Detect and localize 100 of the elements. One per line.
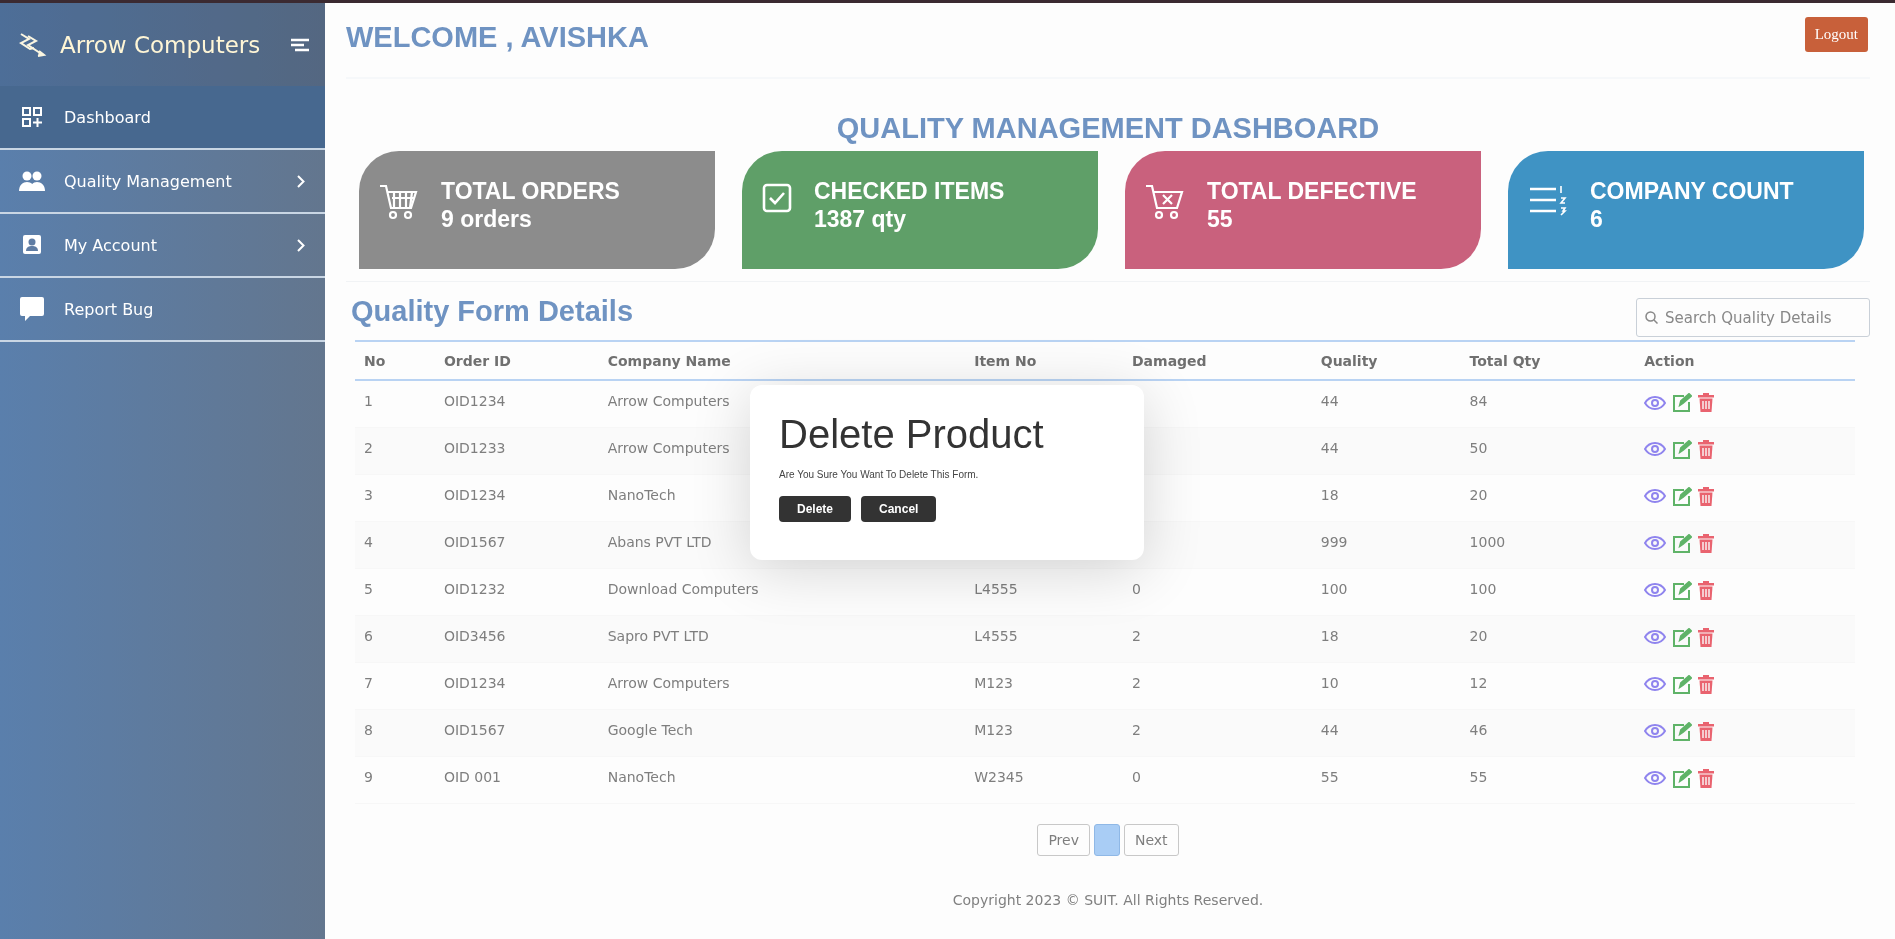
table-cell: Google Tech xyxy=(607,721,693,738)
table-cell: OID1234 xyxy=(443,393,506,409)
column-header: Company Name xyxy=(598,341,966,380)
column-header: Total Qty xyxy=(1460,341,1636,380)
logout-button[interactable]: Logout xyxy=(1804,16,1868,52)
table-cell: 2 xyxy=(1132,721,1141,738)
column-header: Action xyxy=(1635,341,1855,380)
table-cell: 46 xyxy=(1469,721,1488,738)
table-cell: 18 xyxy=(1320,486,1339,503)
chevron-right-icon xyxy=(297,174,305,188)
table-cell: 999 xyxy=(1320,533,1348,550)
table-cell: Arrow Computers xyxy=(607,674,730,691)
table-cell: 7 xyxy=(364,674,373,691)
edit-icon[interactable] xyxy=(1672,580,1693,600)
trash-icon[interactable] xyxy=(1698,533,1715,553)
table-cell: 2 xyxy=(1132,674,1141,691)
dialog-title: Delete Product xyxy=(779,411,1045,457)
trash-icon[interactable] xyxy=(1698,580,1715,600)
view-icon[interactable] xyxy=(1644,536,1667,550)
table-cell: NanoTech xyxy=(607,486,676,503)
trash-icon[interactable] xyxy=(1698,674,1715,694)
view-icon[interactable] xyxy=(1644,583,1667,597)
grid-icon xyxy=(21,106,43,128)
trash-icon[interactable] xyxy=(1698,627,1715,647)
card-title: COMPANY COUNT xyxy=(1590,177,1794,205)
column-header: Item No xyxy=(965,341,1123,380)
table-cell: L4555 xyxy=(974,580,1018,597)
search-icon xyxy=(1645,311,1658,324)
table-cell: Abans PVT LTD xyxy=(607,533,712,550)
table-cell: 20 xyxy=(1469,627,1488,644)
page-button[interactable] xyxy=(1093,823,1120,856)
table-cell: 4 xyxy=(364,533,373,550)
table-cell: 18 xyxy=(1320,627,1339,644)
sidebar-item[interactable]: Report Bug xyxy=(0,278,325,342)
table-cell: Download Computers xyxy=(607,580,759,597)
table-cell: L4555 xyxy=(974,627,1018,644)
sidebar-item[interactable]: Quality Management xyxy=(0,150,325,214)
trash-icon[interactable] xyxy=(1698,393,1715,412)
view-icon[interactable] xyxy=(1644,395,1667,410)
menu-icon[interactable] xyxy=(291,37,309,52)
column-header: Order ID xyxy=(434,341,599,380)
table-cell: 5 xyxy=(364,580,373,597)
view-icon[interactable] xyxy=(1644,442,1667,456)
view-icon[interactable] xyxy=(1644,677,1667,691)
edit-icon[interactable] xyxy=(1672,533,1693,553)
table-cell: 2 xyxy=(364,439,373,456)
table-cell: Arrow Computers xyxy=(607,439,730,456)
account-icon xyxy=(22,234,42,256)
table-cell: 44 xyxy=(1320,393,1339,409)
next-button[interactable]: Next xyxy=(1123,823,1179,856)
card-value: 6 xyxy=(1590,205,1604,233)
sidebar-item[interactable]: Dashboard xyxy=(0,86,325,150)
search-field[interactable]: Search Quality Details xyxy=(1636,298,1870,337)
trash-icon[interactable] xyxy=(1698,768,1715,788)
card-value: 1387 qty xyxy=(814,205,908,233)
table-cell: OID3456 xyxy=(443,627,506,644)
cart-remove-icon xyxy=(1145,183,1185,221)
table-cell: Sapro PVT LTD xyxy=(607,627,709,644)
users-icon xyxy=(19,171,45,191)
table-cell: OID1234 xyxy=(443,486,506,503)
column-header: Damaged xyxy=(1123,341,1312,380)
column-header: No xyxy=(355,341,435,380)
cart-icon xyxy=(379,183,419,221)
edit-icon[interactable] xyxy=(1672,439,1693,459)
numbered-list-icon xyxy=(1528,183,1568,217)
edit-icon[interactable] xyxy=(1672,627,1693,647)
card-value: 9 orders xyxy=(441,205,533,233)
card-title: TOTAL ORDERS xyxy=(441,177,620,205)
edit-icon[interactable] xyxy=(1672,768,1693,788)
cancel-button[interactable]: Cancel xyxy=(861,496,937,522)
table-cell: 0 xyxy=(1132,580,1141,597)
table-cell: 55 xyxy=(1469,768,1488,785)
table-cell: OID1567 xyxy=(443,533,506,550)
table-cell: 9 xyxy=(364,768,373,785)
chat-icon xyxy=(19,296,45,322)
edit-icon[interactable] xyxy=(1672,674,1693,694)
table-cell: 100 xyxy=(1469,580,1497,597)
view-icon[interactable] xyxy=(1644,771,1667,785)
table-cell: OID1567 xyxy=(443,721,506,738)
trash-icon[interactable] xyxy=(1698,721,1715,741)
trash-icon[interactable] xyxy=(1698,486,1715,506)
edit-icon[interactable] xyxy=(1672,721,1693,741)
table-cell: 1000 xyxy=(1469,533,1506,550)
copyright-text: Copyright 2023 © SUIT. All Rights Reserved. xyxy=(951,891,1265,908)
logo-icon xyxy=(18,31,48,58)
prev-button[interactable]: Prev xyxy=(1037,823,1090,856)
sidebar-item[interactable]: My Account xyxy=(0,214,325,278)
trash-icon[interactable] xyxy=(1698,439,1715,459)
edit-icon[interactable] xyxy=(1672,393,1693,412)
table-cell: 50 xyxy=(1469,439,1488,456)
section-title: Quality Form Details xyxy=(351,295,633,328)
card-title: CHECKED ITEMS xyxy=(814,177,1005,205)
table-cell: 55 xyxy=(1320,768,1339,785)
view-icon[interactable] xyxy=(1644,724,1667,738)
chevron-right-icon xyxy=(297,238,305,252)
view-icon[interactable] xyxy=(1644,489,1667,503)
delete-button[interactable]: Delete xyxy=(779,496,852,522)
edit-icon[interactable] xyxy=(1672,486,1693,506)
view-icon[interactable] xyxy=(1644,630,1667,644)
table-cell: 8 xyxy=(364,721,373,738)
